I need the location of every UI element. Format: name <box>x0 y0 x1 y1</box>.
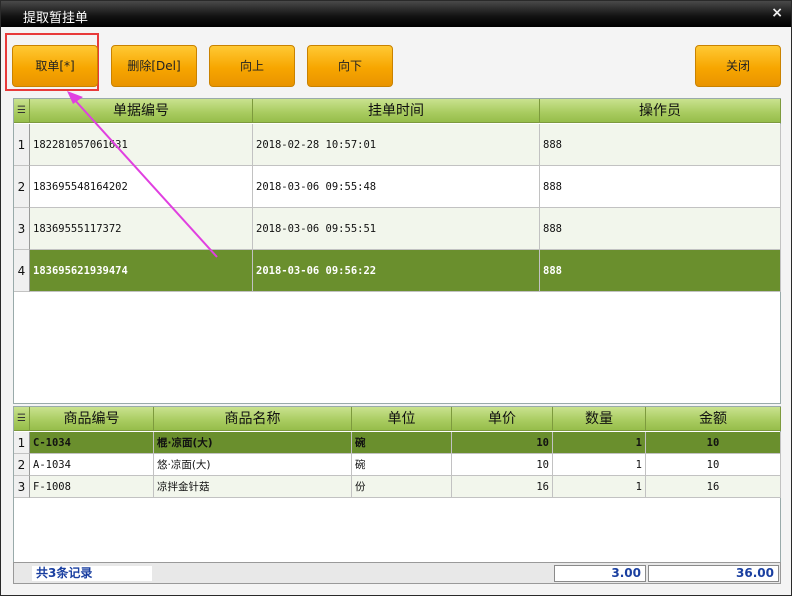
unit-cell: 碗 <box>352 454 452 476</box>
price-cell: 10 <box>452 454 553 476</box>
item-code-cell: F-1008 <box>30 476 154 498</box>
col-suspend-time[interactable]: 挂单时间 <box>253 99 540 123</box>
table-row-selected[interactable]: 4 183695621939474 2018-03-06 09:56:22 88… <box>14 250 781 292</box>
table-row[interactable]: 2 A-1034 悠·凉面(大) 碗 10 1 10 <box>14 454 781 476</box>
order-id-cell: 18369555117372 <box>30 208 253 250</box>
operator-cell: 888 <box>540 250 781 292</box>
item-code-cell: C-1034 <box>30 432 154 454</box>
operator-cell: 888 <box>540 166 781 208</box>
totals-bar: 共3条记录 3.00 36.00 <box>13 562 781 584</box>
unit-cell: 碗 <box>352 432 452 454</box>
order-time-cell: 2018-03-06 09:56:22 <box>253 250 540 292</box>
table-row-selected[interactable]: 1 C-1034 棍·凉面(大) 碗 10 1 10 <box>14 432 781 454</box>
table-row[interactable]: 1 182281057061631 2018-02-28 10:57:01 88… <box>14 124 781 166</box>
order-id-cell: 183695548164202 <box>30 166 253 208</box>
order-id-cell: 182281057061631 <box>30 124 253 166</box>
col-unit[interactable]: 单位 <box>352 407 452 431</box>
operator-cell: 888 <box>540 124 781 166</box>
close-icon[interactable]: × <box>771 5 783 21</box>
item-name-cell: 悠·凉面(大) <box>154 454 352 476</box>
col-amount[interactable]: 金额 <box>646 407 781 431</box>
suspended-orders-window: 提取暂挂单 × 取单[*] 删除[Del] 向上 向下 关闭 ☰ 单据编号 挂单… <box>0 0 792 596</box>
row-number: 2 <box>14 166 30 208</box>
delete-button[interactable]: 删除[Del] <box>111 45 197 87</box>
total-qty: 3.00 <box>554 565 646 582</box>
take-order-button[interactable]: 取单[*] <box>12 45 98 87</box>
row-number: 3 <box>14 208 30 250</box>
items-grid[interactable]: ☰ 商品编号 商品名称 单位 单价 数量 金额 1 C-1034 棍·凉面(大)… <box>13 406 781 563</box>
move-up-button[interactable]: 向上 <box>209 45 295 87</box>
title-bar: 提取暂挂单 × <box>1 1 791 27</box>
order-time-cell: 2018-03-06 09:55:48 <box>253 166 540 208</box>
item-name-cell: 凉拌金针菇 <box>154 476 352 498</box>
price-cell: 16 <box>452 476 553 498</box>
order-time-cell: 2018-03-06 09:55:51 <box>253 208 540 250</box>
table-row[interactable]: 3 18369555117372 2018-03-06 09:55:51 888 <box>14 208 781 250</box>
qty-cell: 1 <box>553 454 646 476</box>
col-order-id[interactable]: 单据编号 <box>30 99 253 123</box>
record-count: 共3条记录 <box>31 565 153 582</box>
item-name-cell: 棍·凉面(大) <box>154 432 352 454</box>
unit-cell: 份 <box>352 476 452 498</box>
order-time-cell: 2018-02-28 10:57:01 <box>253 124 540 166</box>
col-item-name[interactable]: 商品名称 <box>154 407 352 431</box>
col-item-code[interactable]: 商品编号 <box>30 407 154 431</box>
item-code-cell: A-1034 <box>30 454 154 476</box>
move-down-button[interactable]: 向下 <box>307 45 393 87</box>
amount-cell: 16 <box>646 476 781 498</box>
close-button[interactable]: 关闭 <box>695 45 781 87</box>
table-row[interactable]: 2 183695548164202 2018-03-06 09:55:48 88… <box>14 166 781 208</box>
operator-cell: 888 <box>540 208 781 250</box>
row-number: 3 <box>14 476 30 498</box>
grid-menu-icon[interactable]: ☰ <box>14 99 30 123</box>
amount-cell: 10 <box>646 454 781 476</box>
window-title: 提取暂挂单 <box>23 11 89 26</box>
amount-cell: 10 <box>646 432 781 454</box>
row-number: 1 <box>14 124 30 166</box>
row-number: 1 <box>14 432 30 454</box>
col-qty[interactable]: 数量 <box>553 407 646 431</box>
orders-grid[interactable]: ☰ 单据编号 挂单时间 操作员 1 182281057061631 2018-0… <box>13 98 781 404</box>
order-id-cell: 183695621939474 <box>30 250 253 292</box>
toolbar: 取单[*] 删除[Del] 向上 向下 关闭 <box>1 27 791 97</box>
col-price[interactable]: 单价 <box>452 407 553 431</box>
price-cell: 10 <box>452 432 553 454</box>
grid-menu-icon[interactable]: ☰ <box>14 407 30 431</box>
total-amount: 36.00 <box>648 565 779 582</box>
row-number: 4 <box>14 250 30 292</box>
row-number: 2 <box>14 454 30 476</box>
qty-cell: 1 <box>553 476 646 498</box>
qty-cell: 1 <box>553 432 646 454</box>
table-row[interactable]: 3 F-1008 凉拌金针菇 份 16 1 16 <box>14 476 781 498</box>
col-operator[interactable]: 操作员 <box>540 99 781 123</box>
